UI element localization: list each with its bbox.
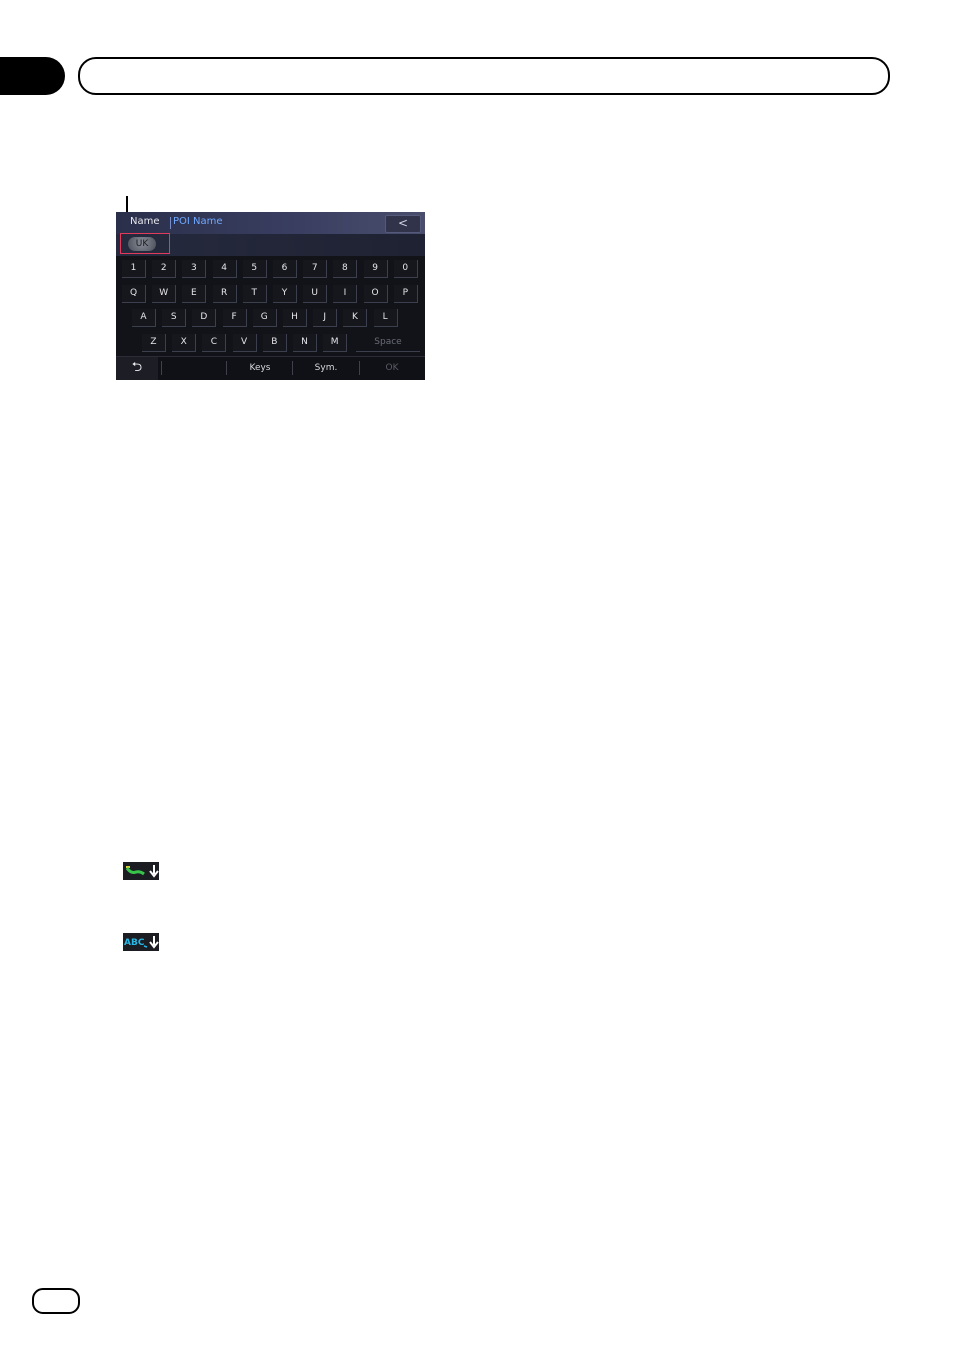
chapter-tab — [0, 57, 65, 95]
key[interactable]: 6 — [273, 260, 297, 278]
key[interactable]: 5 — [242, 260, 267, 278]
key[interactable]: V — [232, 334, 257, 352]
title-label: Name — [130, 216, 160, 227]
key[interactable]: 8 — [333, 260, 358, 278]
key[interactable]: K — [343, 309, 368, 327]
key[interactable]: I — [333, 285, 358, 303]
separator — [161, 361, 162, 375]
route-down-arrow-icon — [123, 862, 159, 880]
key[interactable]: T — [242, 285, 267, 303]
separator — [226, 361, 227, 375]
input-field[interactable]: POI Name — [173, 216, 223, 227]
key[interactable]: P — [393, 285, 418, 303]
undo-icon[interactable]: ⮌ — [116, 357, 158, 380]
bottom-bar: ⮌ Keys Sym. OK — [116, 356, 425, 380]
keyboard-screen: Name POI Name < UK 1234567890QWERTYUIOPA… — [116, 212, 425, 380]
key[interactable]: 4 — [212, 260, 237, 278]
key[interactable]: 0 — [393, 260, 418, 278]
language-button-highlight — [120, 233, 170, 254]
key[interactable]: Q — [122, 285, 146, 303]
key[interactable]: J — [313, 309, 338, 327]
key[interactable]: 7 — [303, 260, 328, 278]
key[interactable]: Z — [142, 334, 166, 352]
key[interactable]: A — [132, 309, 156, 327]
key[interactable]: N — [293, 334, 317, 352]
key[interactable]: 9 — [363, 260, 388, 278]
abc-down-arrow-icon: ABC — [123, 933, 159, 951]
key[interactable]: S — [162, 309, 187, 327]
key[interactable]: M — [323, 334, 348, 352]
chapter-title-bar — [78, 57, 890, 95]
key[interactable]: Y — [273, 285, 297, 303]
ok-button[interactable]: OK — [360, 357, 424, 380]
key[interactable]: C — [202, 334, 227, 352]
page-number-box — [32, 1288, 80, 1314]
space-key[interactable]: Space — [356, 334, 420, 352]
key[interactable]: 1 — [122, 260, 146, 278]
key[interactable]: E — [182, 285, 207, 303]
key[interactable]: O — [363, 285, 388, 303]
key[interactable]: 3 — [182, 260, 207, 278]
backspace-button[interactable]: < — [385, 215, 421, 233]
key[interactable]: H — [283, 309, 307, 327]
key[interactable]: W — [152, 285, 177, 303]
key[interactable]: D — [192, 309, 217, 327]
key[interactable]: B — [262, 334, 287, 352]
key[interactable]: 2 — [152, 260, 177, 278]
key[interactable]: F — [222, 309, 247, 327]
key[interactable]: U — [303, 285, 328, 303]
sym-button[interactable]: Sym. — [293, 357, 359, 380]
title-bar: Name POI Name < — [116, 212, 425, 234]
title-separator — [170, 217, 171, 229]
svg-text:ABC: ABC — [124, 938, 145, 948]
key[interactable]: G — [252, 309, 277, 327]
keys-button[interactable]: Keys — [228, 357, 292, 380]
key[interactable]: L — [373, 309, 398, 327]
key[interactable]: R — [212, 285, 237, 303]
key[interactable]: X — [172, 334, 197, 352]
